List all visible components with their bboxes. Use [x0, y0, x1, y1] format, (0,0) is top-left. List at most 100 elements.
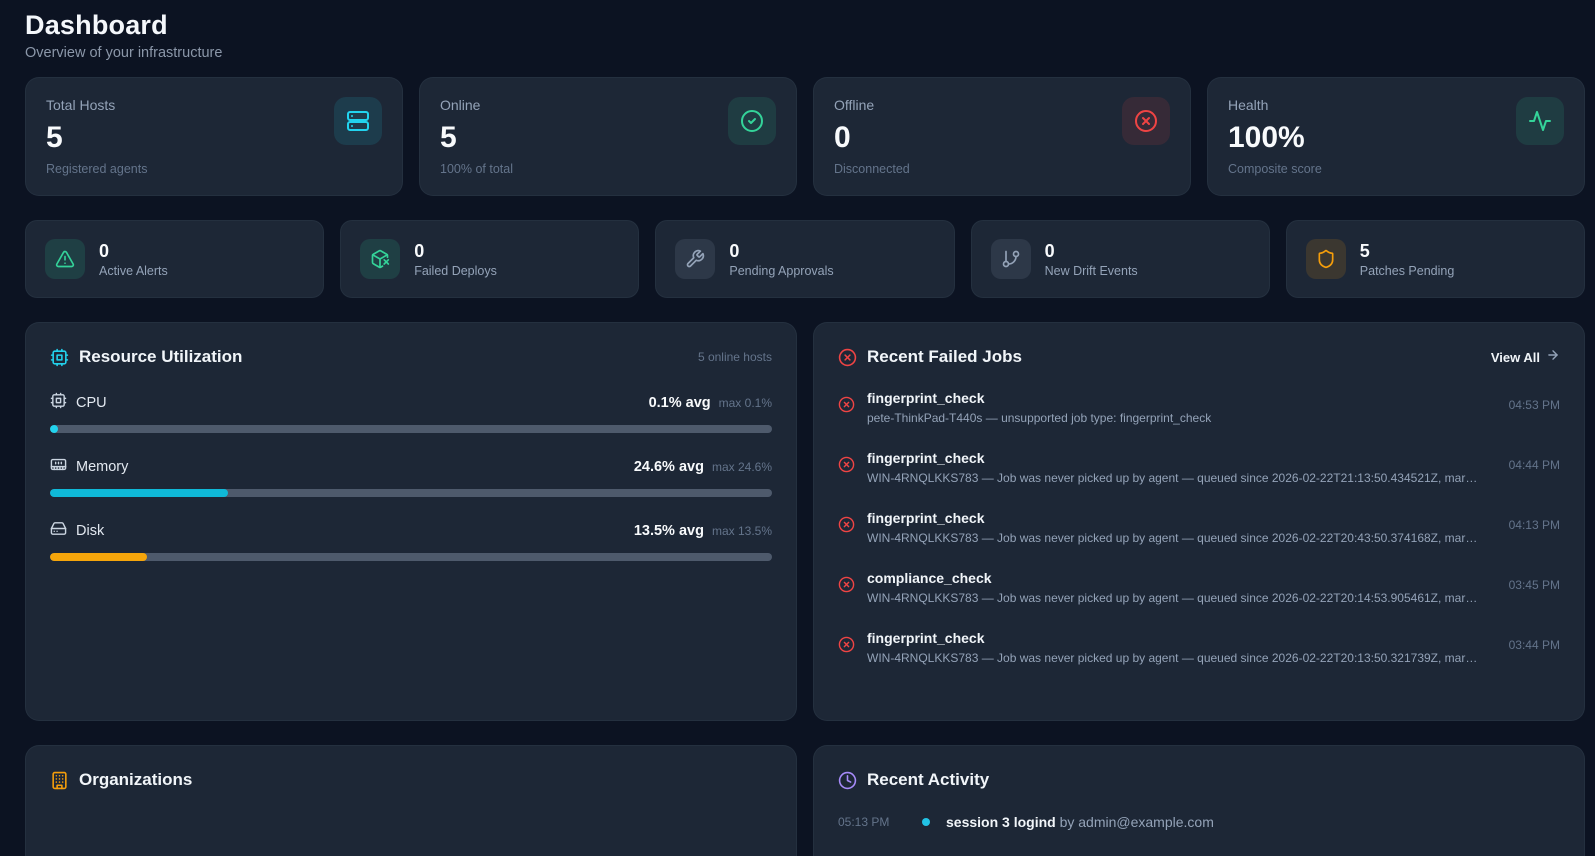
resource-name: Memory — [76, 458, 129, 475]
mini-card-active-alerts: 0 Active Alerts — [25, 220, 325, 298]
x-circle-icon — [838, 516, 855, 533]
package-x-icon — [360, 239, 401, 279]
stat-caption: 100% of total — [440, 162, 513, 176]
mini-card-failed-deploys: 0 Failed Deploys — [340, 220, 640, 298]
hard-drive-icon — [50, 520, 67, 541]
mini-value: 0 — [99, 240, 110, 261]
stat-value: 5 — [440, 121, 457, 154]
view-all-button[interactable]: View All — [1491, 348, 1560, 367]
stat-label: Total Hosts — [46, 97, 116, 113]
activity-dot — [922, 818, 930, 826]
job-name: compliance_check — [867, 570, 992, 586]
job-time: 03:44 PM — [1508, 638, 1560, 652]
stat-card-health: Health 100% Composite score — [1207, 77, 1585, 196]
resource-row-cpu: CPU 0.1% avg max 0.1% — [50, 392, 772, 433]
panel-title: Organizations — [79, 770, 193, 789]
resource-name: CPU — [76, 394, 107, 411]
activity-row: 05:13 PM session 3 logind by admin@examp… — [838, 814, 1560, 830]
memory-usage-bar — [50, 489, 772, 497]
mini-card-new-drift-events: 0 New Drift Events — [970, 220, 1270, 298]
resource-row-disk: Disk 13.5% avg max 13.5% — [50, 520, 772, 561]
activity-list: 05:13 PM session 3 logind by admin@examp… — [838, 814, 1560, 830]
panel-title: Resource Utilization — [79, 347, 243, 366]
stat-cards-row: Total Hosts 5 Registered agents Online 5… — [25, 77, 1585, 196]
failed-job-row[interactable]: compliance_check WIN-4RNQLKKS783 — Job w… — [838, 569, 1560, 605]
mini-value: 0 — [729, 240, 740, 261]
failed-job-row[interactable]: fingerprint_check WIN-4RNQLKKS783 — Job … — [838, 449, 1560, 485]
alert-triangle-icon — [45, 239, 85, 279]
mini-label: Active Alerts — [99, 263, 168, 278]
mini-value: 5 — [1359, 240, 1370, 261]
stat-label: Offline — [834, 97, 875, 113]
stat-label: Health — [1228, 97, 1269, 113]
mini-value: 0 — [414, 240, 425, 261]
bottom-panels-row: Organizations Recent Activity 05:13 PM s… — [25, 745, 1585, 856]
x-circle-icon — [838, 456, 855, 473]
x-circle-icon — [1122, 97, 1170, 145]
organizations-panel: Organizations — [25, 745, 797, 856]
view-all-label: View All — [1490, 349, 1540, 365]
job-name: fingerprint_check — [867, 450, 985, 466]
git-branch-icon — [990, 239, 1031, 279]
mini-cards-row: 0 Active Alerts 0 Failed Deploys 0 Pendi… — [25, 220, 1585, 298]
activity-by: by admin@example.com — [1059, 814, 1214, 830]
disk-usage-bar-fill — [50, 553, 148, 561]
stat-caption: Disconnected — [834, 162, 910, 176]
cpu-icon — [50, 392, 67, 413]
resource-max: max 24.6% — [711, 459, 772, 474]
x-circle-icon — [838, 396, 855, 413]
job-time: 04:13 PM — [1508, 518, 1560, 532]
memory-icon — [50, 456, 67, 477]
failed-job-row[interactable]: fingerprint_check pete-ThinkPad-T440s — … — [838, 389, 1560, 425]
panel-title: Recent Activity — [867, 770, 990, 789]
wrench-icon — [675, 239, 716, 279]
cpu-usage-bar — [50, 425, 772, 433]
check-circle-icon — [728, 97, 776, 145]
activity-time: 05:13 PM — [838, 815, 890, 829]
main-panels-row: Resource Utilization 5 online hosts CPU … — [25, 322, 1585, 721]
mini-label: New Drift Events — [1044, 263, 1138, 278]
resource-list: CPU 0.1% avg max 0.1% Memory 24.6% avg m… — [50, 392, 772, 561]
disk-usage-bar — [50, 553, 772, 561]
mini-card-pending-approvals: 0 Pending Approvals — [655, 220, 955, 298]
recent-failed-jobs-panel: Recent Failed Jobs View All fingerprint_… — [813, 322, 1585, 721]
resource-max: max 0.1% — [718, 395, 772, 410]
memory-usage-bar-fill — [50, 489, 228, 497]
arrow-right-icon — [1546, 348, 1560, 367]
resource-utilization-panel: Resource Utilization 5 online hosts CPU … — [25, 322, 797, 721]
dashboard-page: Dashboard Overview of your infrastructur… — [0, 0, 1595, 856]
shield-icon — [1305, 239, 1346, 279]
x-circle-icon — [838, 636, 855, 653]
stat-caption: Registered agents — [46, 162, 148, 176]
resource-row-memory: Memory 24.6% avg max 24.6% — [50, 456, 772, 497]
stat-value: 5 — [46, 121, 63, 154]
building-icon — [50, 771, 69, 790]
failed-job-row[interactable]: fingerprint_check WIN-4RNQLKKS783 — Job … — [838, 509, 1560, 545]
page-subtitle: Overview of your infrastructure — [25, 45, 223, 61]
job-detail: pete-ThinkPad-T440s — unsupported job ty… — [867, 411, 1212, 425]
online-hosts-note: 5 online hosts — [697, 350, 772, 364]
job-detail: WIN-4RNQLKKS783 — Job was never picked u… — [867, 591, 1478, 605]
page-title: Dashboard — [25, 10, 168, 40]
stat-label: Online — [440, 97, 481, 113]
job-time: 04:53 PM — [1508, 398, 1560, 412]
mini-card-patches-pending: 5 Patches Pending — [1285, 220, 1585, 298]
x-circle-icon — [838, 576, 855, 593]
x-circle-icon — [838, 348, 857, 367]
job-name: fingerprint_check — [867, 390, 985, 406]
mini-label: Pending Approvals — [729, 263, 834, 278]
clock-icon — [838, 771, 857, 790]
mini-label: Patches Pending — [1359, 263, 1455, 278]
resource-avg: 0.1% avg — [648, 394, 711, 411]
failed-job-row[interactable]: fingerprint_check WIN-4RNQLKKS783 — Job … — [838, 629, 1560, 665]
mini-value: 0 — [1044, 240, 1055, 261]
panel-title: Recent Failed Jobs — [867, 347, 1022, 366]
stat-caption: Composite score — [1228, 162, 1322, 176]
resource-avg: 24.6% avg — [633, 458, 704, 475]
stat-card-total-hosts: Total Hosts 5 Registered agents — [25, 77, 403, 196]
resource-name: Disk — [76, 522, 105, 539]
job-detail: WIN-4RNQLKKS783 — Job was never picked u… — [867, 471, 1478, 485]
job-name: fingerprint_check — [867, 510, 985, 526]
stat-value: 100% — [1228, 121, 1305, 154]
job-detail: WIN-4RNQLKKS783 — Job was never picked u… — [867, 651, 1478, 665]
